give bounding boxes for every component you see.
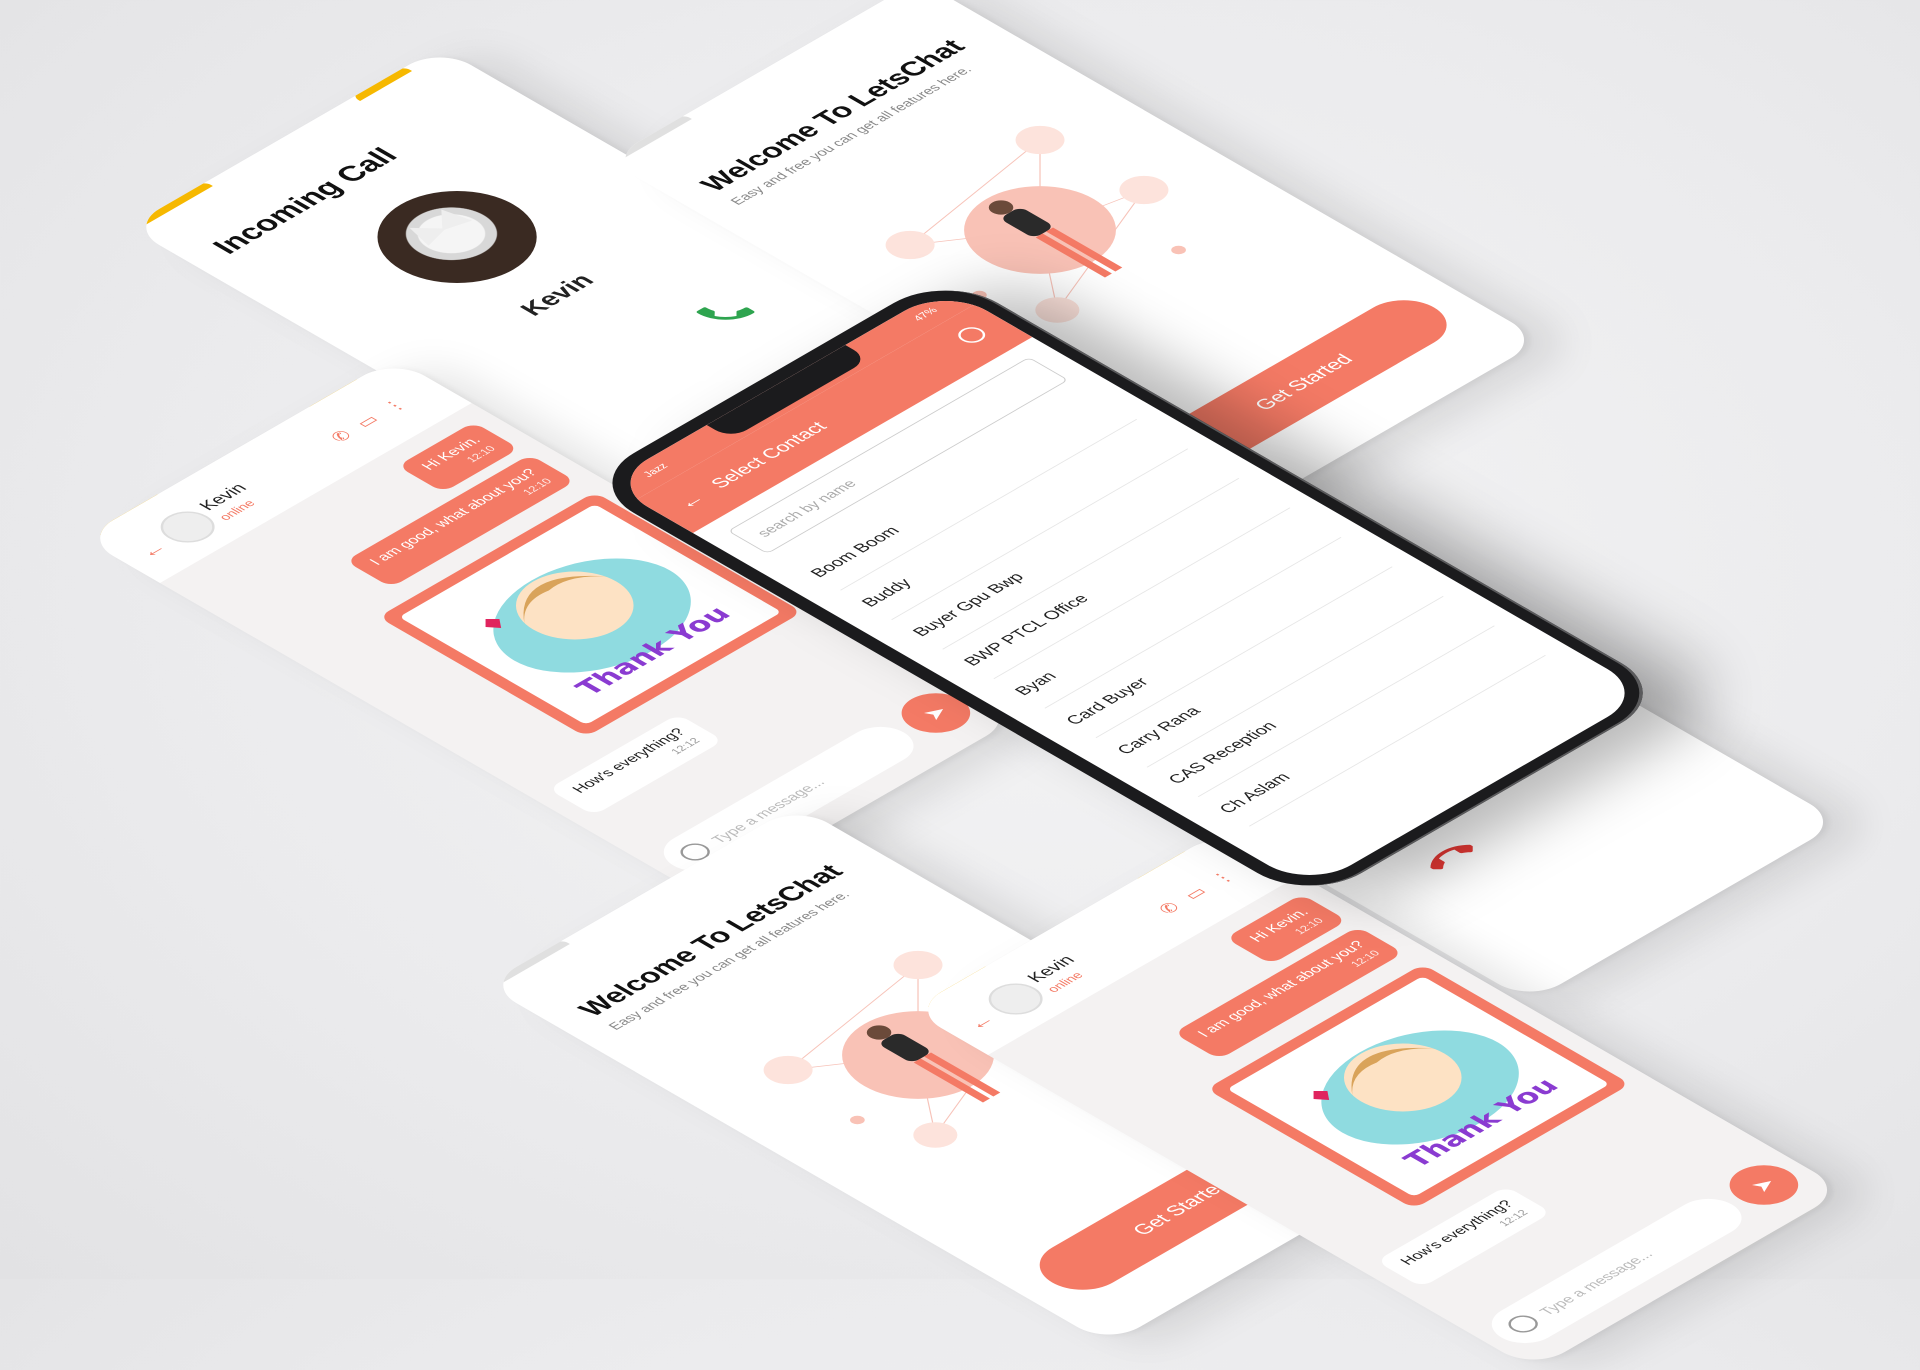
back-arrow-icon[interactable]: ←	[132, 538, 174, 562]
phone-decline-icon	[1430, 844, 1473, 870]
battery-label: 47%	[911, 306, 941, 324]
carrier-label: Jazz	[640, 461, 671, 479]
device-edge	[351, 66, 413, 101]
send-icon: ➤	[916, 701, 955, 724]
send-icon: ➤	[1744, 1173, 1783, 1196]
input-placeholder: Type a message...	[1535, 1247, 1657, 1318]
call-title: Incoming Call	[205, 143, 405, 259]
chat-actions[interactable]: ✆▭⋮	[326, 389, 424, 446]
device-edge	[485, 939, 570, 989]
phone-accept-icon	[696, 307, 755, 320]
back-arrow-icon[interactable]: ←	[670, 489, 712, 513]
chat-actions[interactable]: ✆▭⋮	[1154, 861, 1252, 918]
mockup-scene: Incoming Call Kevin Welcome To LetsChat …	[0, 0, 1920, 1370]
device-edge	[128, 181, 213, 231]
back-arrow-icon[interactable]: ←	[960, 1010, 1002, 1034]
emoji-icon[interactable]	[1502, 1312, 1544, 1336]
accept-call-button[interactable]	[674, 282, 778, 342]
search-icon[interactable]	[952, 324, 991, 346]
caller-avatar	[344, 172, 570, 302]
device-edge	[607, 114, 692, 164]
